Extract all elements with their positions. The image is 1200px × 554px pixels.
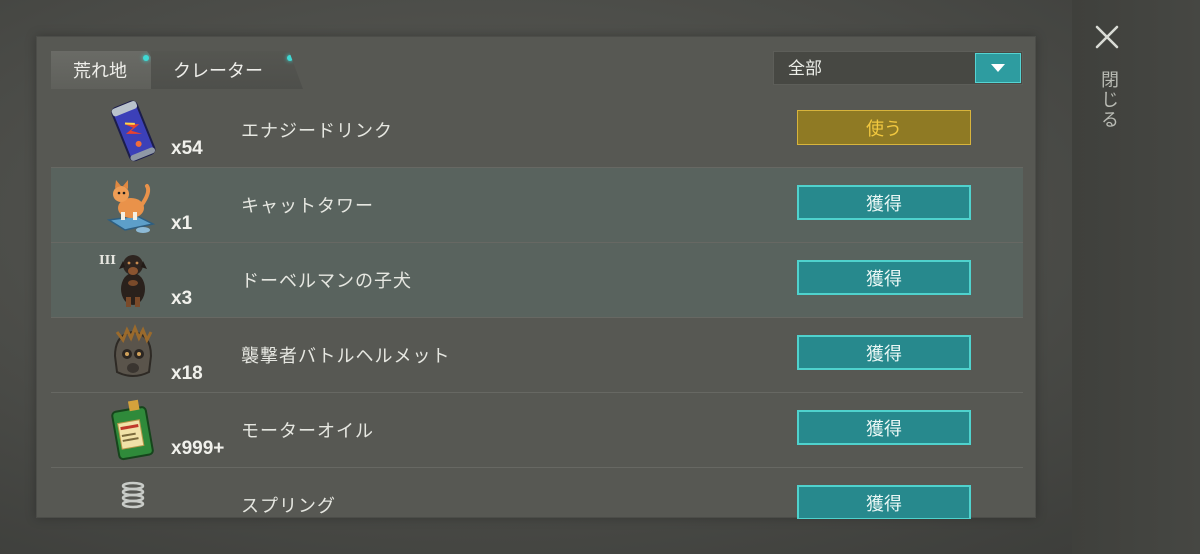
item-quantity: x1 [171, 213, 193, 234]
tab-crater[interactable]: クレーター [151, 51, 303, 89]
tab-label: クレーター [173, 61, 263, 82]
list-item: x54 エナジードリンク 使う [51, 93, 1023, 168]
item-quantity: x54 [171, 138, 203, 159]
obtain-button[interactable]: 獲得 [797, 260, 971, 295]
item-name: キャットタワー [241, 196, 374, 217]
battle-helmet-icon [103, 322, 163, 388]
filter-selected-value: 全部 [788, 59, 822, 79]
cat-tower-icon [103, 172, 163, 238]
list-item: スプリング 獲得 [51, 468, 1023, 519]
item-name: エナジードリンク [241, 121, 393, 142]
item-quantity: x18 [171, 363, 203, 384]
obtain-button[interactable]: 獲得 [797, 335, 971, 370]
item-name: 襲撃者バトルヘルメット [241, 346, 451, 367]
item-list[interactable]: x54 エナジードリンク 使う x1 キャットタワー 獲得 III x3 ドーベ… [51, 93, 1023, 519]
tab-bar: 荒れ地 クレーター [51, 51, 303, 89]
inventory-panel: 荒れ地 クレーター 全部 x54 エナジードリンク 使う x1 キャットタワー … [36, 36, 1036, 519]
tab-wasteland[interactable]: 荒れ地 [51, 51, 151, 89]
close-button[interactable] [1090, 20, 1124, 54]
notification-dot [143, 55, 149, 61]
motor-oil-icon [103, 397, 163, 463]
list-item: III x3 ドーベルマンの子犬 獲得 [51, 243, 1023, 318]
notification-dot [287, 55, 293, 61]
obtain-button[interactable]: 獲得 [797, 485, 971, 519]
item-name: スプリング [241, 496, 336, 517]
spring-icon [103, 472, 163, 519]
obtain-button[interactable]: 獲得 [797, 185, 971, 220]
filter-dropdown[interactable]: 全部 [773, 51, 1023, 85]
chevron-down-icon [991, 64, 1005, 72]
item-quantity: x999+ [171, 438, 225, 459]
close-label[interactable]: 閉じる [1097, 70, 1121, 130]
tab-label: 荒れ地 [73, 61, 127, 82]
energy-drink-icon [103, 97, 163, 163]
item-name: ドーベルマンの子犬 [241, 271, 412, 292]
list-item: x18 襲撃者バトルヘルメット 獲得 [51, 318, 1023, 393]
use-button[interactable]: 使う [797, 110, 971, 145]
right-rail [1072, 0, 1200, 554]
obtain-button[interactable]: 獲得 [797, 410, 971, 445]
doberman-puppy-icon [103, 247, 163, 313]
item-name: モーターオイル [241, 421, 374, 442]
list-item: x1 キャットタワー 獲得 [51, 168, 1023, 243]
list-item: x999+ モーターオイル 獲得 [51, 393, 1023, 468]
item-quantity: x3 [171, 288, 193, 309]
filter-dropdown-button[interactable] [975, 53, 1021, 83]
close-icon [1095, 25, 1119, 49]
